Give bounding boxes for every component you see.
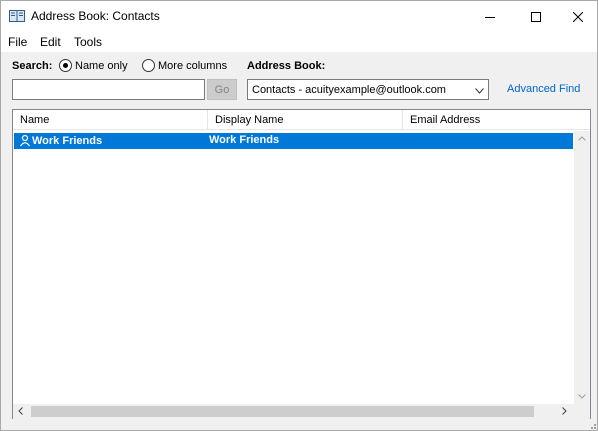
menu-file[interactable]: File <box>8 35 27 49</box>
maximize-button[interactable] <box>513 1 559 32</box>
scroll-down-icon <box>578 394 586 399</box>
column-header-display-name[interactable]: Display Name <box>208 110 403 130</box>
address-book-icon <box>9 9 25 23</box>
window-title: Address Book: Contacts <box>31 9 160 23</box>
search-input[interactable] <box>12 79 205 100</box>
menu-edit[interactable]: Edit <box>40 35 61 49</box>
scrollbar-corner <box>574 404 590 419</box>
resize-grip-icon[interactable] <box>587 421 597 430</box>
row-display-name: Work Friends <box>209 134 280 146</box>
scroll-right-icon <box>562 407 567 415</box>
advanced-find-link[interactable]: Advanced Find <box>507 83 580 95</box>
minimize-button[interactable] <box>467 1 513 32</box>
horizontal-scroll-thumb[interactable] <box>31 406 534 417</box>
row-name-cell: Work Friends <box>19 134 102 148</box>
close-button[interactable] <box>559 1 597 32</box>
scroll-up-icon <box>578 136 586 141</box>
go-button[interactable]: Go <box>207 79 237 100</box>
horizontal-scrollbar[interactable] <box>13 404 574 419</box>
vertical-scrollbar[interactable] <box>574 131 590 405</box>
contact-group-icon <box>20 134 30 147</box>
list-header: Name Display Name Email Address <box>13 110 590 130</box>
radio-button-unchecked[interactable] <box>142 59 155 72</box>
menu-tools[interactable]: Tools <box>74 35 102 49</box>
column-header-name[interactable]: Name <box>13 110 208 130</box>
chevron-down-icon[interactable] <box>475 85 484 97</box>
radio-more-columns[interactable]: More columns <box>142 59 227 72</box>
list-item[interactable]: Work Friends Work Friends <box>14 133 573 149</box>
row-name: Work Friends <box>32 135 103 147</box>
minimize-icon <box>485 16 495 18</box>
maximize-icon <box>531 11 541 22</box>
scroll-left-icon <box>18 407 23 415</box>
address-book-label: Address Book: <box>247 60 326 72</box>
contacts-list[interactable]: Name Display Name Email Address Work Fri… <box>12 109 591 419</box>
radio-name-only-label: Name only <box>75 59 128 72</box>
close-icon <box>573 11 583 22</box>
address-book-window: Address Book: Contacts File Edit Tools S… <box>0 0 598 431</box>
search-label: Search: <box>12 60 53 72</box>
radio-name-only[interactable]: Name only <box>59 59 128 72</box>
column-header-email[interactable]: Email Address <box>403 110 573 130</box>
radio-more-columns-label: More columns <box>158 59 228 72</box>
radio-button-checked[interactable] <box>59 59 72 72</box>
address-book-selected: Contacts - acuityexample@outlook.com <box>252 83 446 96</box>
title-bar[interactable]: Address Book: Contacts <box>1 1 597 32</box>
address-book-dropdown[interactable]: Contacts - acuityexample@outlook.com <box>247 79 489 100</box>
menu-bar: File Edit Tools <box>1 32 597 52</box>
